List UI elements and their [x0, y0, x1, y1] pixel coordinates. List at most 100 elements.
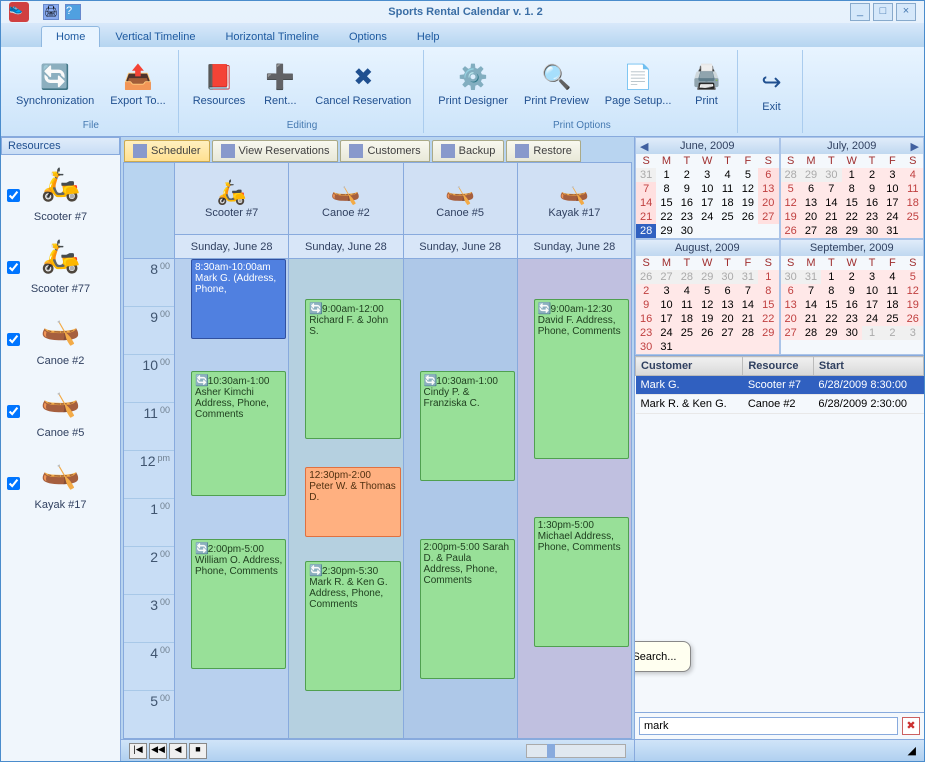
- resource-item[interactable]: 🛵Scooter #7: [5, 159, 116, 223]
- cal-day[interactable]: 10: [656, 298, 676, 312]
- resize-grip-icon[interactable]: ◢: [908, 744, 916, 757]
- ribbon-rent--button[interactable]: ➕Rent...: [255, 50, 305, 118]
- cal-day[interactable]: 14: [801, 298, 821, 312]
- search-input[interactable]: [639, 717, 898, 735]
- cal-day[interactable]: 18: [677, 312, 697, 326]
- cal-day[interactable]: 27: [801, 224, 821, 238]
- cal-day[interactable]: 28: [636, 224, 656, 238]
- cal-day[interactable]: 29: [656, 224, 676, 238]
- cal-day[interactable]: 6: [801, 182, 821, 196]
- cal-day[interactable]: 28: [738, 326, 758, 340]
- cal-day[interactable]: 4: [903, 168, 923, 182]
- resource-item[interactable]: 🛶Canoe #5: [5, 375, 116, 439]
- cal-day[interactable]: 26: [903, 312, 923, 326]
- grid-header[interactable]: Start: [813, 357, 923, 376]
- cal-day[interactable]: 17: [697, 196, 717, 210]
- cal-day[interactable]: 27: [781, 326, 801, 340]
- cal-day[interactable]: 31: [882, 224, 902, 238]
- resource-checkbox[interactable]: [7, 333, 20, 346]
- ribbon-print-designer-button[interactable]: ⚙️Print Designer: [432, 50, 514, 118]
- ribbon-cancel-reservation-button[interactable]: ✖Cancel Reservation: [309, 50, 417, 118]
- cal-day[interactable]: 3: [697, 168, 717, 182]
- cal-day[interactable]: 10: [697, 182, 717, 196]
- cal-day[interactable]: 24: [656, 326, 676, 340]
- cal-day[interactable]: 13: [758, 182, 778, 196]
- subtab-view-reservations[interactable]: View Reservations: [212, 140, 339, 162]
- cal-day[interactable]: 2: [677, 168, 697, 182]
- cal-day[interactable]: 30: [677, 224, 697, 238]
- cal-day[interactable]: 30: [862, 224, 882, 238]
- cal-day[interactable]: 12: [697, 298, 717, 312]
- cal-day[interactable]: 5: [738, 168, 758, 182]
- cal-day[interactable]: 4: [717, 168, 737, 182]
- subtab-scheduler[interactable]: Scheduler: [124, 140, 210, 162]
- nav-back[interactable]: ◀: [169, 743, 187, 759]
- cal-day[interactable]: 30: [842, 326, 862, 340]
- cal-day[interactable]: 3: [882, 168, 902, 182]
- ribbon-resources-button[interactable]: 📕Resources: [187, 50, 252, 118]
- subtab-customers[interactable]: Customers: [340, 140, 429, 162]
- search-clear-button[interactable]: ✖: [902, 717, 920, 735]
- cal-day[interactable]: 13: [717, 298, 737, 312]
- cal-day[interactable]: 25: [903, 210, 923, 224]
- cal-day[interactable]: 16: [677, 196, 697, 210]
- cal-day[interactable]: 18: [882, 298, 902, 312]
- scheduler-column[interactable]: 🛵Scooter #7Sunday, June 288:30am-10:00am…: [174, 163, 288, 738]
- cal-day[interactable]: 8: [758, 284, 778, 298]
- cal-day[interactable]: 5: [697, 284, 717, 298]
- cal-day[interactable]: 30: [636, 340, 656, 354]
- ribbon-tab-home[interactable]: Home: [41, 26, 100, 47]
- cal-day[interactable]: 27: [717, 326, 737, 340]
- reservation-event[interactable]: 🔄 2:30pm-5:30 Mark R. & Ken G. Address, …: [305, 561, 400, 691]
- cal-day[interactable]: 28: [801, 326, 821, 340]
- cal-day[interactable]: 11: [717, 182, 737, 196]
- cal-day[interactable]: 9: [862, 182, 882, 196]
- ribbon-tab-help[interactable]: Help: [402, 26, 455, 47]
- cal-day[interactable]: 23: [862, 210, 882, 224]
- cal-day[interactable]: 25: [717, 210, 737, 224]
- cal-day[interactable]: 5: [903, 270, 923, 284]
- cal-day[interactable]: 9: [677, 182, 697, 196]
- cal-day[interactable]: 16: [862, 196, 882, 210]
- cal-day[interactable]: 2: [636, 284, 656, 298]
- cal-day[interactable]: 22: [821, 312, 841, 326]
- cal-day[interactable]: 8: [656, 182, 676, 196]
- resource-item[interactable]: 🛵Scooter #77: [5, 231, 116, 295]
- reservation-event[interactable]: 🔄 9:00am-12:30 David F. Address, Phone, …: [534, 299, 629, 459]
- cal-day[interactable]: 1: [656, 168, 676, 182]
- cal-day[interactable]: 20: [801, 210, 821, 224]
- grid-header[interactable]: Resource: [743, 357, 814, 376]
- cal-day[interactable]: 1: [842, 168, 862, 182]
- cal-day[interactable]: 22: [656, 210, 676, 224]
- resource-checkbox[interactable]: [7, 405, 20, 418]
- cal-day[interactable]: 14: [821, 196, 841, 210]
- mini-calendar[interactable]: September, 2009SMTWTFS303112345678910111…: [780, 239, 925, 355]
- cal-day[interactable]: 26: [697, 326, 717, 340]
- cal-day[interactable]: 25: [677, 326, 697, 340]
- cal-day[interactable]: 23: [636, 326, 656, 340]
- cal-day[interactable]: 1: [821, 270, 841, 284]
- cal-day[interactable]: 11: [677, 298, 697, 312]
- cal-day[interactable]: 6: [717, 284, 737, 298]
- ribbon-page-setup--button[interactable]: 📄Page Setup...: [599, 50, 678, 118]
- resource-checkbox[interactable]: [7, 477, 20, 490]
- scheduler-column[interactable]: 🛶Canoe #5Sunday, June 28🔄 10:30am-1:00 C…: [403, 163, 517, 738]
- cal-day[interactable]: 29: [821, 326, 841, 340]
- qat-help-icon[interactable]: ?: [65, 4, 81, 20]
- cal-day[interactable]: 20: [717, 312, 737, 326]
- reservation-event[interactable]: 🔄 9:00am-12:00 Richard F. & John S.: [305, 299, 400, 439]
- cal-day[interactable]: 21: [801, 312, 821, 326]
- ribbon-print-preview-button[interactable]: 🔍Print Preview: [518, 50, 595, 118]
- cal-day[interactable]: 13: [801, 196, 821, 210]
- grid-row[interactable]: Mark G.Scooter #76/28/2009 8:30:00: [636, 376, 924, 395]
- cal-day[interactable]: 21: [636, 210, 656, 224]
- cal-day[interactable]: 10: [862, 284, 882, 298]
- cal-day[interactable]: 20: [781, 312, 801, 326]
- cal-day[interactable]: 9: [842, 284, 862, 298]
- cal-day[interactable]: 16: [636, 312, 656, 326]
- cal-next-icon[interactable]: ▶: [911, 140, 919, 153]
- cal-day[interactable]: 5: [781, 182, 801, 196]
- cal-day[interactable]: 7: [738, 284, 758, 298]
- cal-day[interactable]: 9: [636, 298, 656, 312]
- cal-day[interactable]: 15: [656, 196, 676, 210]
